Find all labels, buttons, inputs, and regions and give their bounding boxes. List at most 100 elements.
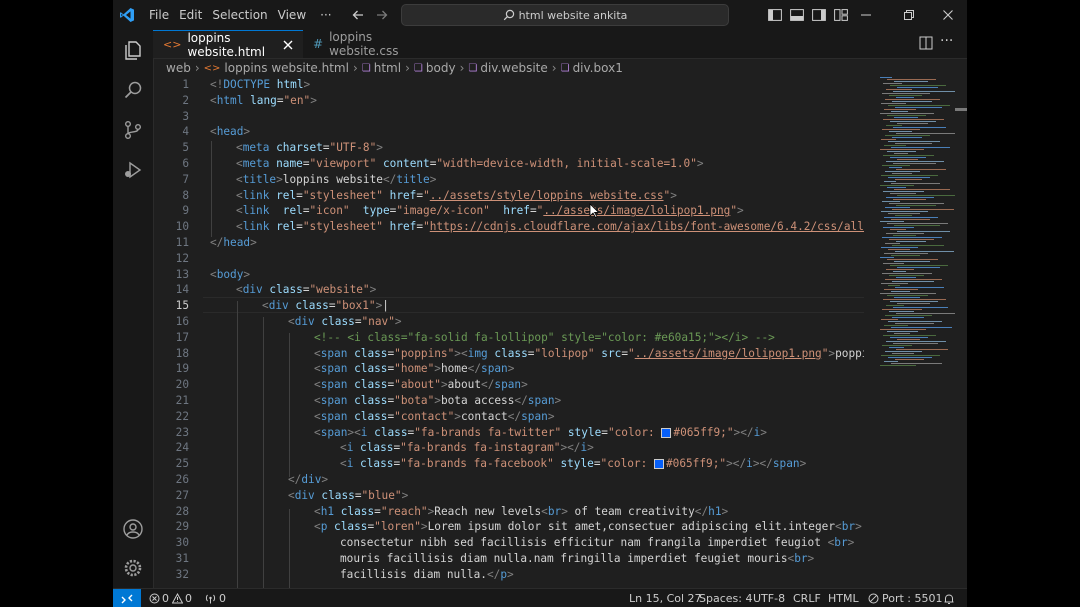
code-line[interactable]: 1 <!DOCTYPE html> — [153, 77, 864, 93]
menu-edit[interactable]: Edit — [174, 8, 207, 22]
code-line[interactable]: 10 <link rel="stylesheet" href="https://c… — [153, 219, 864, 235]
forward-button[interactable] — [375, 0, 389, 30]
minimap[interactable] — [870, 77, 955, 377]
ports-indicator[interactable]: 0 — [205, 589, 226, 607]
breadcrumb-div-website[interactable]: div.website — [480, 61, 547, 75]
code-line[interactable]: 6 <meta name="viewport" content="width=de… — [153, 156, 864, 172]
code-line[interactable]: 18 <span class="poppins"><img class="loli… — [153, 346, 864, 362]
code-line[interactable]: 11 </head> — [153, 235, 864, 251]
code-line[interactable]: 19 <span class="home">home</span> — [153, 361, 864, 377]
minimap-line — [894, 153, 908, 154]
code-line[interactable]: 5 <meta charset="UTF-8"> — [153, 140, 864, 156]
minimap-line — [880, 293, 936, 294]
minimap-line — [895, 323, 934, 324]
cursor-position[interactable]: Ln 15, Col 27 — [629, 589, 702, 607]
scrollbar-thumb[interactable] — [955, 108, 967, 111]
code-line[interactable]: 16 <div class="nav"> — [153, 314, 864, 330]
code-token: i — [746, 457, 753, 471]
code-line[interactable]: 13 <body> — [153, 267, 864, 283]
minimap-line — [893, 235, 916, 236]
close-window-button[interactable] — [942, 0, 954, 30]
code-token: div — [268, 299, 289, 313]
line-number: 18 — [175, 346, 189, 360]
code-line[interactable]: 27 <div class="blue"> — [153, 488, 864, 504]
code-line[interactable]: 20 <span class="about">about</span> — [153, 377, 864, 393]
manage-button[interactable] — [113, 548, 153, 588]
tab-close-button[interactable] — [283, 40, 293, 50]
minimize-button[interactable] — [860, 0, 872, 30]
toggle-panel-button[interactable] — [786, 0, 808, 30]
menu-more[interactable]: ··· — [315, 8, 336, 22]
accounts-button[interactable] — [113, 509, 153, 549]
back-button[interactable] — [351, 0, 365, 30]
remote-indicator-button[interactable] — [113, 589, 141, 607]
code-line[interactable]: 15 <div class="box1">| — [153, 298, 864, 314]
code-line[interactable]: 23 <span><i class="fa-brands fa-twitter" … — [153, 425, 864, 441]
breadcrumb-html[interactable]: html — [374, 61, 401, 75]
code-token: | — [382, 299, 389, 313]
toggle-sidebar-button[interactable] — [764, 0, 786, 30]
code-line[interactable]: 22 <span class="contact">contact</span> — [153, 409, 864, 425]
indentation[interactable]: Spaces: 4 — [699, 589, 752, 607]
minimap-line — [888, 177, 930, 178]
code-line[interactable]: 9 <link rel="icon" type="image/x-icon" hr… — [153, 203, 864, 219]
element-icon: ❏ — [468, 62, 478, 74]
code-token: body — [216, 267, 244, 281]
problems-indicator[interactable]: 0 0 — [149, 589, 192, 607]
code-line[interactable]: 4 <head> — [153, 124, 864, 140]
run-debug-button[interactable] — [113, 150, 153, 190]
minimap-line — [896, 133, 955, 134]
code-line[interactable]: 17 <!-- <i class="fa-solid fa-lollipop" s… — [153, 330, 864, 346]
tab-html-file[interactable]: <> loppins website.html — [153, 30, 303, 59]
explorer-button[interactable] — [113, 30, 153, 70]
live-server-port[interactable]: Port : 5501 — [868, 589, 943, 607]
code-line[interactable]: 21 <span class="bota">bota access</span> — [153, 393, 864, 409]
color-swatch[interactable] — [661, 427, 672, 438]
code-editor[interactable]: 1 <!DOCTYPE html> 2 <html lang="en"> 3 4 <head… — [153, 77, 864, 588]
code-line[interactable]: 26 </div> — [153, 472, 864, 488]
more-actions-button[interactable]: ··· — [940, 33, 953, 49]
toggle-secondary-sidebar-button[interactable] — [808, 0, 830, 30]
source-control-button[interactable] — [113, 110, 153, 150]
code-token: < — [210, 93, 217, 107]
language-mode[interactable]: HTML — [828, 589, 859, 607]
code-line[interactable]: 7 <title>loppins website</title> — [153, 172, 864, 188]
code-line[interactable]: 32 facillisis diam nulla.</p> — [153, 567, 864, 583]
color-swatch[interactable] — [653, 459, 664, 470]
breadcrumb-body[interactable]: body — [426, 61, 456, 75]
menu-selection[interactable]: Selection — [207, 8, 272, 22]
code-line[interactable]: 28 <h1 class="reach">Reach new levels<br>… — [153, 504, 864, 520]
customize-layout-button[interactable] — [830, 0, 852, 30]
code-token: facillisis diam nulla. — [340, 567, 487, 581]
code-line[interactable]: 24 <i class="fa-brands fa-instagram"></i> — [153, 440, 864, 456]
minimap-line — [895, 143, 932, 144]
search-view-button[interactable] — [113, 70, 153, 110]
line-ending[interactable]: CRLF — [793, 589, 821, 607]
breadcrumb-folder[interactable]: web — [166, 61, 191, 75]
command-center-search[interactable]: html website ankita — [401, 4, 729, 26]
code-line[interactable]: 2 <html lang="en"> — [153, 93, 864, 109]
code-line[interactable]: 3 — [153, 109, 864, 125]
code-line[interactable]: 31 mouris facillisis diam nulla.nam fring… — [153, 551, 864, 567]
menu-file[interactable]: File — [144, 8, 174, 22]
encoding[interactable]: UTF-8 — [753, 589, 785, 607]
code-line[interactable]: 29 <p class="loren">Lorem ipsum dolor sit… — [153, 519, 864, 535]
chevron-right-icon: › — [352, 61, 358, 75]
code-line[interactable]: 25 < i class = "fa-brands fa-facebook" style… — [153, 456, 864, 472]
breadcrumb-div-box1[interactable]: div.box1 — [573, 61, 623, 75]
error-icon — [149, 593, 160, 604]
code-token: < — [236, 283, 243, 297]
code-line[interactable]: 12 — [153, 251, 864, 267]
code-line[interactable]: 14 <div class="website"> — [153, 282, 864, 298]
breadcrumb-file[interactable]: loppins website.html — [224, 61, 349, 75]
minimap-line — [890, 265, 948, 266]
restore-button[interactable] — [903, 0, 915, 30]
notifications-button[interactable] — [943, 589, 955, 607]
code-line[interactable]: 8 <link rel="stylesheet" href="../assets/… — [153, 188, 864, 204]
code-token: > — [737, 204, 744, 218]
tab-css-file[interactable]: # loppins website.css — [303, 30, 443, 58]
split-editor-button[interactable] — [919, 36, 933, 50]
minimap-line — [888, 213, 920, 214]
code-line[interactable]: 30 consectetur nibh sed facillisis effici… — [153, 535, 864, 551]
menu-view[interactable]: View — [273, 8, 311, 22]
